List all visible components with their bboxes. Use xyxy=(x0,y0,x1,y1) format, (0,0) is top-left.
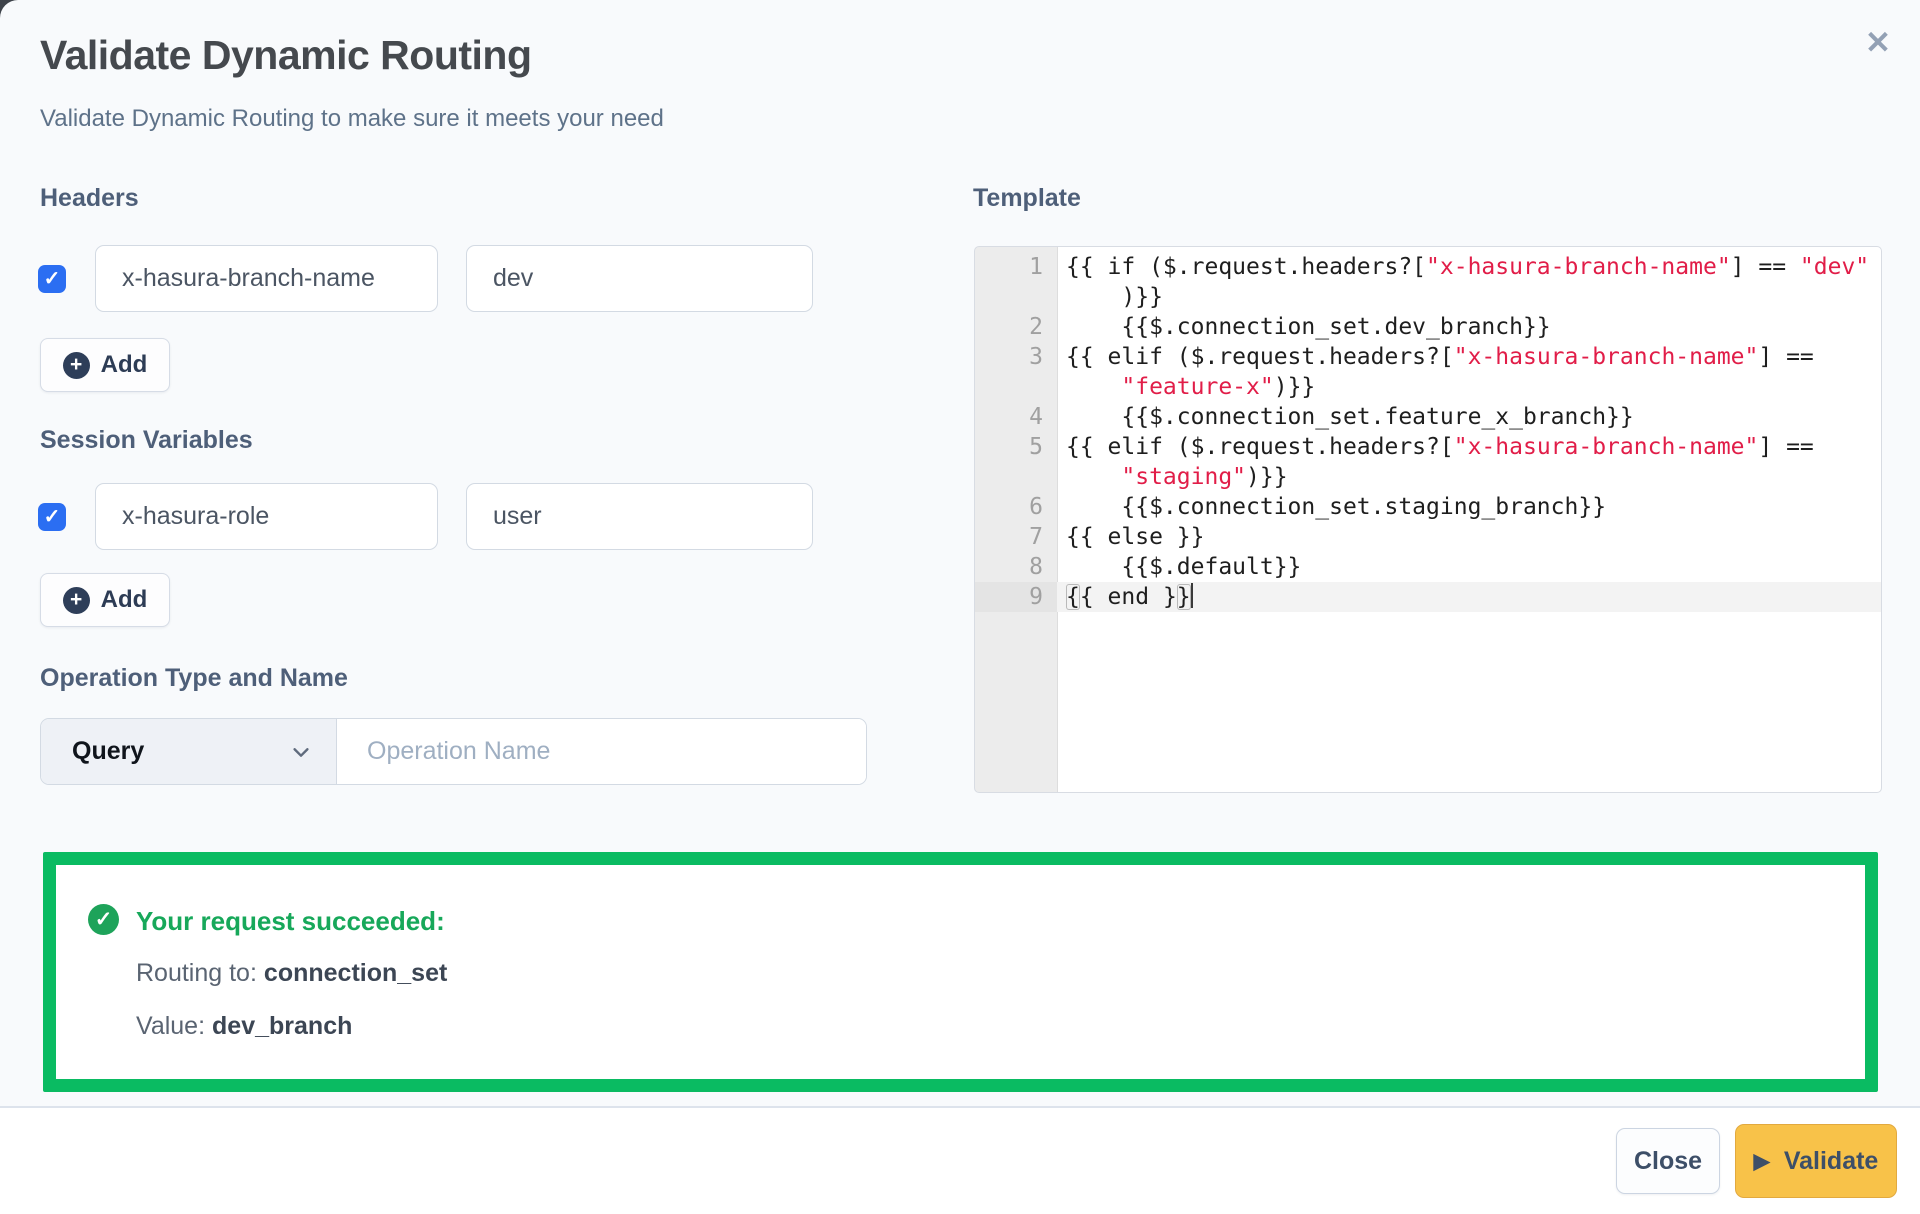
line-number: 7 xyxy=(975,522,1057,552)
line-number: 9 xyxy=(975,582,1057,612)
session-variable-row: ✓ xyxy=(38,483,813,550)
add-header-label: Add xyxy=(101,351,148,379)
routing-label: Routing to: xyxy=(136,959,257,987)
code-line: 4 {{$.connection_set.feature_x_branch}} xyxy=(975,402,1881,432)
code-line: 1{{ if ($.request.headers?["x-hasura-bra… xyxy=(975,252,1881,312)
code-line: 6 {{$.connection_set.staging_branch}} xyxy=(975,492,1881,522)
add-session-variable-label: Add xyxy=(101,586,148,614)
operation-type-value: Query xyxy=(72,737,144,766)
operation-section-label: Operation Type and Name xyxy=(40,664,348,693)
template-code-editor[interactable]: 1{{ if ($.request.headers?["x-hasura-bra… xyxy=(974,246,1882,793)
validate-label: Validate xyxy=(1784,1147,1879,1176)
line-number: 6 xyxy=(975,492,1057,522)
line-number: 3 xyxy=(975,342,1057,402)
operation-name-input[interactable] xyxy=(337,719,866,784)
value-value: dev_branch xyxy=(212,1012,352,1040)
code-line-content: {{ else }} xyxy=(1057,522,1881,552)
code-line-content: {{ elif ($.request.headers?["x-hasura-br… xyxy=(1057,342,1881,402)
code-line-content: {{ elif ($.request.headers?["x-hasura-br… xyxy=(1057,432,1881,492)
line-number: 8 xyxy=(975,552,1057,582)
validation-result-box: ✓ Your request succeeded: Routing to:con… xyxy=(43,852,1878,1092)
text-cursor xyxy=(1191,583,1193,608)
code-line: 8 {{$.default}} xyxy=(975,552,1881,582)
page-title: Validate Dynamic Routing xyxy=(40,32,532,79)
header-value-input[interactable] xyxy=(466,245,813,312)
session-variable-value-input[interactable] xyxy=(466,483,813,550)
add-header-button[interactable]: + Add xyxy=(40,338,170,392)
plus-circle-icon: + xyxy=(63,587,90,614)
code-line: 2 {{$.connection_set.dev_branch}} xyxy=(975,312,1881,342)
code-line: 3{{ elif ($.request.headers?["x-hasura-b… xyxy=(975,342,1881,402)
add-session-variable-button[interactable]: + Add xyxy=(40,573,170,627)
result-heading: Your request succeeded: xyxy=(136,906,445,937)
code-line: 9{{ end }} xyxy=(975,582,1881,612)
modal-footer: Close ▶ Validate xyxy=(0,1106,1920,1214)
value-label: Value: xyxy=(136,1012,205,1040)
code-line: 5{{ elif ($.request.headers?["x-hasura-b… xyxy=(975,432,1881,492)
operation-type-select[interactable]: Query xyxy=(41,719,337,784)
session-variable-enabled-checkbox[interactable]: ✓ xyxy=(38,503,66,531)
header-row: ✓ xyxy=(38,245,813,312)
header-enabled-checkbox[interactable]: ✓ xyxy=(38,265,66,293)
validate-button[interactable]: ▶ Validate xyxy=(1735,1124,1897,1198)
page-subtitle: Validate Dynamic Routing to make sure it… xyxy=(40,105,664,133)
close-button[interactable]: Close xyxy=(1616,1128,1720,1194)
code-line: 7{{ else }} xyxy=(975,522,1881,552)
routing-value: connection_set xyxy=(264,959,447,987)
code-line-content: {{ if ($.request.headers?["x-hasura-bran… xyxy=(1057,252,1881,312)
code-line-content: {{$.connection_set.staging_branch}} xyxy=(1057,492,1881,522)
chevron-down-icon xyxy=(290,741,312,763)
headers-section-label: Headers xyxy=(40,184,139,213)
line-number: 2 xyxy=(975,312,1057,342)
line-number: 1 xyxy=(975,252,1057,312)
result-value-line: Value:dev_branch xyxy=(136,1012,352,1041)
code-area: 1{{ if ($.request.headers?["x-hasura-bra… xyxy=(975,247,1881,612)
session-variables-section-label: Session Variables xyxy=(40,426,253,455)
validate-dynamic-routing-modal: Validate Dynamic Routing Validate Dynami… xyxy=(0,0,1920,1214)
template-section-label: Template xyxy=(973,184,1081,213)
code-line-content: {{$.default}} xyxy=(1057,552,1881,582)
code-line-content: {{ end }} xyxy=(1057,582,1881,612)
code-line-content: {{$.connection_set.dev_branch}} xyxy=(1057,312,1881,342)
check-circle-icon: ✓ xyxy=(88,904,119,935)
close-icon[interactable]: ✕ xyxy=(1858,22,1898,62)
code-line-content: {{$.connection_set.feature_x_branch}} xyxy=(1057,402,1881,432)
result-routing-line: Routing to:connection_set xyxy=(136,959,447,988)
session-variable-key-input[interactable] xyxy=(95,483,438,550)
line-number: 4 xyxy=(975,402,1057,432)
line-number: 5 xyxy=(975,432,1057,492)
plus-circle-icon: + xyxy=(63,352,90,379)
header-key-input[interactable] xyxy=(95,245,438,312)
operation-type-and-name-control: Query xyxy=(40,718,867,785)
play-icon: ▶ xyxy=(1754,1151,1770,1172)
